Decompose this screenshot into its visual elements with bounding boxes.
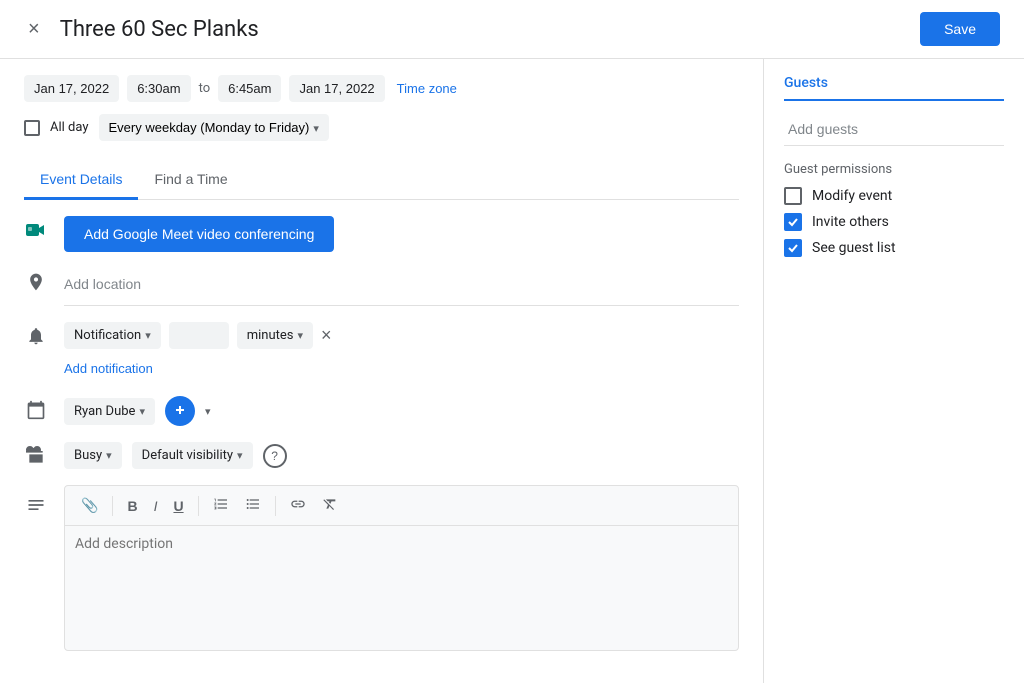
calendar-owner-label: Ryan Dube — [74, 404, 135, 419]
notification-unit-select[interactable]: minutes — [237, 322, 313, 349]
tab-find-time[interactable]: Find a Time — [138, 161, 243, 200]
notification-section: Notification 0 minutes × Add notificatio… — [24, 322, 739, 380]
notification-type-select[interactable]: Notification — [64, 322, 161, 349]
visibility-label: Default visibility — [142, 448, 233, 463]
location-input[interactable] — [64, 268, 739, 301]
visibility-select[interactable]: Default visibility — [132, 442, 253, 469]
status-section: Busy Default visibility ? — [24, 442, 739, 469]
datetime-row: Jan 17, 2022 6:30am to 6:45am Jan 17, 20… — [24, 75, 739, 102]
help-button[interactable]: ? — [263, 444, 287, 468]
description-box: 📎 B I U — [64, 485, 739, 651]
remove-format-button[interactable] — [316, 492, 344, 519]
underline-button[interactable]: U — [167, 494, 189, 518]
recurrence-label: Every weekday (Monday to Friday) — [109, 120, 310, 135]
allday-row: All day Every weekday (Monday to Friday) — [24, 114, 739, 141]
notification-value-input[interactable]: 0 — [169, 322, 229, 349]
notification-type-label: Notification — [74, 328, 141, 343]
recurrence-button[interactable]: Every weekday (Monday to Friday) — [99, 114, 329, 141]
meet-content: Add Google Meet video conferencing — [64, 216, 739, 252]
description-toolbar: 📎 B I U — [65, 486, 738, 526]
color-chevron-icon — [205, 403, 211, 419]
notification-type-chevron-icon — [145, 328, 151, 343]
see-guest-list-label: See guest list — [812, 240, 896, 256]
recurrence-chevron-icon — [313, 120, 319, 135]
permission-modify-event: Modify event — [784, 187, 1004, 205]
tab-event-details[interactable]: Event Details — [24, 161, 138, 200]
see-guest-list-checkbox[interactable] — [784, 239, 802, 257]
save-button[interactable]: Save — [920, 12, 1000, 46]
calendar-content: Ryan Dube — [64, 396, 739, 426]
notification-content: Notification 0 minutes × Add notificatio… — [64, 322, 739, 380]
location-icon — [24, 270, 48, 294]
close-button[interactable]: × — [24, 14, 44, 45]
calendar-icon — [24, 398, 48, 422]
italic-button[interactable]: I — [148, 494, 164, 518]
event-color-button[interactable] — [165, 396, 195, 426]
busy-chevron-icon — [106, 448, 112, 463]
invite-others-label: Invite others — [812, 214, 889, 230]
status-row: Busy Default visibility ? — [64, 442, 739, 469]
toolbar-separator-1 — [112, 496, 113, 516]
color-circle-icon — [174, 404, 186, 419]
notification-unit-label: minutes — [247, 328, 294, 343]
guests-panel: Guests Guest permissions Modify event In… — [764, 59, 1024, 683]
ordered-list-button[interactable] — [207, 492, 235, 519]
unordered-list-button[interactable] — [239, 492, 267, 519]
end-date-button[interactable]: Jan 17, 2022 — [289, 75, 384, 102]
allday-label: All day — [50, 120, 89, 135]
add-notification-button[interactable]: Add notification — [64, 357, 153, 380]
google-meet-logo-icon — [24, 218, 48, 242]
calendar-section: Ryan Dube — [24, 396, 739, 426]
event-details-panel: Jan 17, 2022 6:30am to 6:45am Jan 17, 20… — [0, 59, 764, 683]
end-time-button[interactable]: 6:45am — [218, 75, 281, 102]
status-content: Busy Default visibility ? — [64, 442, 739, 469]
permission-see-guest-list: See guest list — [784, 239, 1004, 257]
event-title: Three 60 Sec Planks — [60, 17, 904, 42]
notification-unit-chevron-icon — [298, 328, 304, 343]
description-icon — [24, 493, 48, 517]
description-textarea[interactable] — [65, 526, 738, 646]
meet-section: Add Google Meet video conferencing — [24, 216, 739, 252]
calendar-owner-select[interactable]: Ryan Dube — [64, 398, 155, 425]
guest-permissions-title: Guest permissions — [784, 162, 1004, 177]
start-date-button[interactable]: Jan 17, 2022 — [24, 75, 119, 102]
tabs-row: Event Details Find a Time — [24, 161, 739, 200]
guests-title: Guests — [784, 75, 1004, 101]
busy-label: Busy — [74, 448, 102, 463]
link-button[interactable] — [284, 492, 312, 519]
location-section — [24, 268, 739, 306]
meet-icon — [24, 218, 48, 242]
add-meet-button[interactable]: Add Google Meet video conferencing — [64, 216, 334, 252]
description-section: 📎 B I U — [24, 485, 739, 651]
notification-row: Notification 0 minutes × — [64, 322, 739, 349]
to-separator: to — [199, 81, 211, 96]
calendar-owner-chevron-icon — [139, 404, 145, 419]
calendar-row: Ryan Dube — [64, 396, 739, 426]
visibility-chevron-icon — [237, 448, 243, 463]
invite-others-checkbox[interactable] — [784, 213, 802, 231]
modify-event-label: Modify event — [812, 188, 892, 204]
attach-button[interactable]: 📎 — [75, 493, 104, 518]
notification-icon — [24, 324, 48, 348]
add-guests-input[interactable] — [784, 113, 1004, 146]
bold-button[interactable]: B — [121, 494, 143, 518]
toolbar-separator-2 — [198, 496, 199, 516]
status-icon — [24, 444, 48, 468]
busy-status-select[interactable]: Busy — [64, 442, 122, 469]
start-time-button[interactable]: 6:30am — [127, 75, 190, 102]
location-content — [64, 268, 739, 306]
timezone-button[interactable]: Time zone — [393, 75, 461, 102]
toolbar-separator-3 — [275, 496, 276, 516]
allday-checkbox[interactable] — [24, 120, 40, 136]
permission-invite-others: Invite others — [784, 213, 1004, 231]
modify-event-checkbox[interactable] — [784, 187, 802, 205]
remove-notification-button[interactable]: × — [321, 325, 332, 346]
